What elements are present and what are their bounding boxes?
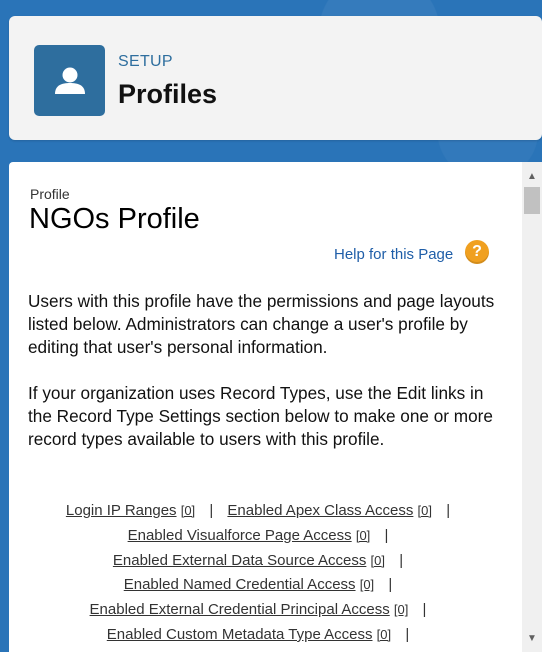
related-list-links: Login IP Ranges [0] | Enabled Apex Class…	[30, 499, 496, 648]
link-count[interactable]: [0]	[394, 602, 408, 617]
visualforce-page-access-link[interactable]: Enabled Visualforce Page Access	[128, 527, 352, 544]
related-links-row: Enabled External Credential Principal Ac…	[30, 598, 496, 623]
profile-description: Users with this profile have the permiss…	[28, 291, 495, 357]
vertical-scrollbar[interactable]: ▲ ▼	[522, 162, 542, 652]
link-label[interactable]: Enabled Apex Class Access	[227, 502, 413, 519]
external-credential-principal-access-link[interactable]: Enabled External Credential Principal Ac…	[90, 601, 390, 618]
setup-header: SETUP Profiles	[9, 16, 542, 140]
link-count[interactable]: [0]	[356, 528, 370, 543]
separator: |	[446, 502, 451, 519]
link-label[interactable]: Enabled Named Credential Access	[124, 576, 356, 593]
user-icon	[34, 45, 105, 116]
link-label[interactable]: Enabled Visualforce Page Access	[128, 527, 352, 544]
scroll-down-arrow-icon[interactable]: ▼	[522, 630, 542, 646]
link-label[interactable]: Enabled External Data Source Access	[113, 552, 366, 569]
named-credential-access-link[interactable]: Enabled Named Credential Access	[124, 576, 356, 593]
scroll-thumb[interactable]	[524, 187, 540, 214]
link-count[interactable]: [0]	[371, 553, 385, 568]
related-links-row: Enabled Visualforce Page Access [0] |	[30, 524, 496, 549]
related-links-row: Enabled External Data Source Access [0] …	[30, 549, 496, 574]
link-label[interactable]: Enabled Custom Metadata Type Access	[107, 626, 373, 643]
external-data-source-access-link[interactable]: Enabled External Data Source Access	[113, 552, 366, 569]
link-label[interactable]: Login IP Ranges	[66, 502, 177, 519]
link-count[interactable]: [0]	[377, 627, 391, 642]
link-count[interactable]: [0]	[360, 577, 374, 592]
separator: |	[399, 551, 404, 569]
custom-metadata-type-access-link[interactable]: Enabled Custom Metadata Type Access	[107, 626, 373, 643]
separator: |	[384, 526, 389, 544]
login-ip-ranges-link[interactable]: Login IP Ranges	[66, 502, 177, 519]
separator: |	[422, 601, 427, 619]
link-count[interactable]: [0]	[418, 503, 432, 518]
link-count[interactable]: [0]	[181, 503, 195, 518]
profile-type-label: Profile	[30, 186, 70, 202]
related-links-row: Enabled Named Credential Access [0] |	[30, 573, 496, 598]
profile-name: NGOs Profile	[29, 203, 200, 235]
help-icon[interactable]: ?	[465, 240, 489, 264]
scroll-up-arrow-icon[interactable]: ▲	[522, 168, 542, 184]
setup-breadcrumb[interactable]: SETUP	[118, 53, 173, 71]
link-label[interactable]: Enabled External Credential Principal Ac…	[90, 601, 390, 618]
page-title: Profiles	[118, 79, 218, 109]
help-for-this-page-link[interactable]: Help for this Page	[334, 246, 453, 263]
apex-class-access-link[interactable]: Enabled Apex Class Access	[227, 502, 413, 519]
related-links-row: Login IP Ranges [0] | Enabled Apex Class…	[30, 499, 496, 524]
record-types-note: If your organization uses Record Types, …	[28, 383, 493, 449]
separator: |	[388, 576, 393, 594]
separator: |	[405, 625, 410, 643]
related-links-row: Enabled Custom Metadata Type Access [0] …	[30, 623, 496, 648]
separator: |	[209, 502, 214, 519]
